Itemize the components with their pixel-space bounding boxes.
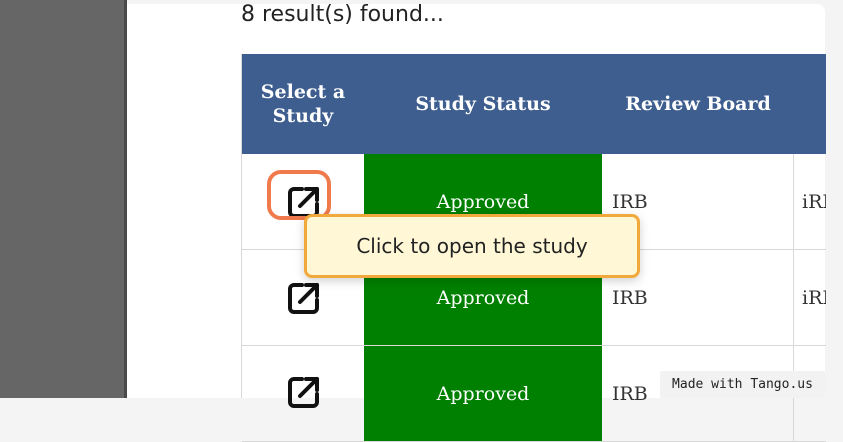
open-external-icon[interactable] (284, 372, 324, 412)
table-header: Select a Study Study Status Review Board (242, 54, 826, 154)
click-highlight-ring (267, 170, 331, 220)
header-select-study: Select a Study (260, 81, 346, 127)
results-count: 8 result(s) found... (241, 2, 444, 27)
select-cell (242, 346, 364, 441)
header-study-status: Study Status (415, 93, 551, 115)
tango-watermark: Made with Tango.us (660, 371, 825, 398)
next-column-cell: iRI (802, 286, 826, 309)
header-review-board: Review Board (625, 93, 771, 115)
next-column-cell: iRI (802, 190, 826, 213)
status-badge: Approved (364, 346, 602, 441)
open-external-icon[interactable] (284, 278, 324, 318)
left-sidebar (0, 0, 124, 398)
instruction-tooltip: Click to open the study (304, 214, 640, 278)
